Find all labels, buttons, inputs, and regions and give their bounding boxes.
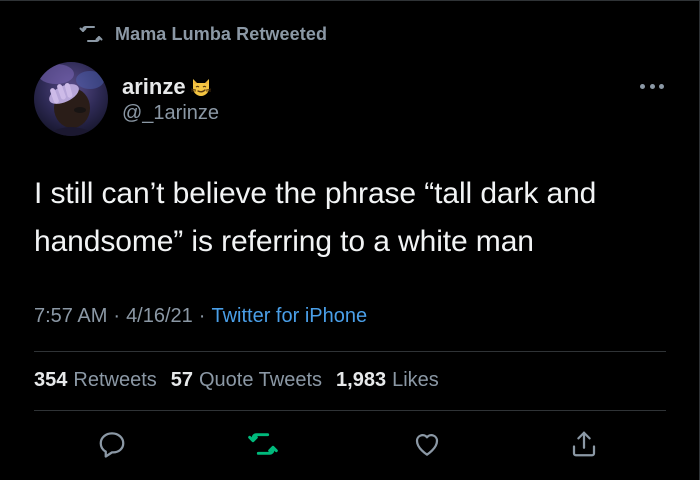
divider — [34, 351, 666, 352]
retweet-context[interactable]: Mama Lumba Retweeted — [79, 21, 327, 47]
action-bar — [0, 428, 700, 464]
more-options-button[interactable] — [640, 78, 664, 94]
likes-stat[interactable]: 1,983 Likes — [336, 369, 439, 392]
smirking-cat-emoji-icon — [190, 76, 212, 98]
tweet-text: I still can’t believe the phrase “tall d… — [34, 177, 597, 258]
meta-separator: · — [113, 305, 121, 327]
user-handle[interactable]: @_1arinze — [122, 102, 219, 125]
reply-button[interactable] — [94, 428, 130, 464]
retweets-label: Retweets — [73, 369, 157, 391]
engagement-stats: 354 Retweets 57 Quote Tweets 1,983 Likes — [34, 369, 453, 392]
like-button[interactable] — [409, 428, 445, 464]
top-border — [0, 0, 700, 1]
likes-count: 1,983 — [336, 369, 387, 391]
retweet-icon — [79, 22, 103, 46]
avatar[interactable] — [34, 62, 108, 136]
quote-tweets-label: Quote Tweets — [199, 369, 323, 391]
heart-icon — [412, 429, 442, 464]
retweet-button[interactable] — [245, 428, 281, 464]
more-dot-icon — [649, 83, 655, 89]
quote-tweets-count: 57 — [170, 369, 193, 391]
tweet-time[interactable]: 7:57 AM — [34, 305, 107, 328]
quote-tweets-stat[interactable]: 57 Quote Tweets — [171, 369, 322, 392]
retweet-context-label: Mama Lumba Retweeted — [115, 23, 328, 44]
tweet-meta: 7:57 AM · 4/16/21 · Twitter for iPhone — [34, 305, 367, 328]
display-name[interactable]: arinze — [122, 74, 186, 100]
share-button[interactable] — [566, 428, 602, 464]
retweets-count: 354 — [34, 369, 68, 391]
tweet-source-link[interactable]: Twitter for iPhone — [211, 305, 367, 328]
likes-label: Likes — [392, 369, 439, 391]
tweet-date[interactable]: 4/16/21 — [126, 305, 193, 328]
more-dot-icon — [659, 83, 664, 89]
reply-icon — [97, 429, 127, 464]
author-name-row[interactable]: arinze — [122, 74, 212, 100]
share-icon — [569, 429, 599, 464]
retweets-stat[interactable]: 354 Retweets — [34, 369, 157, 392]
divider — [34, 410, 666, 411]
retweet-icon — [247, 428, 279, 465]
more-dot-icon — [640, 83, 645, 89]
meta-separator: · — [198, 305, 206, 327]
